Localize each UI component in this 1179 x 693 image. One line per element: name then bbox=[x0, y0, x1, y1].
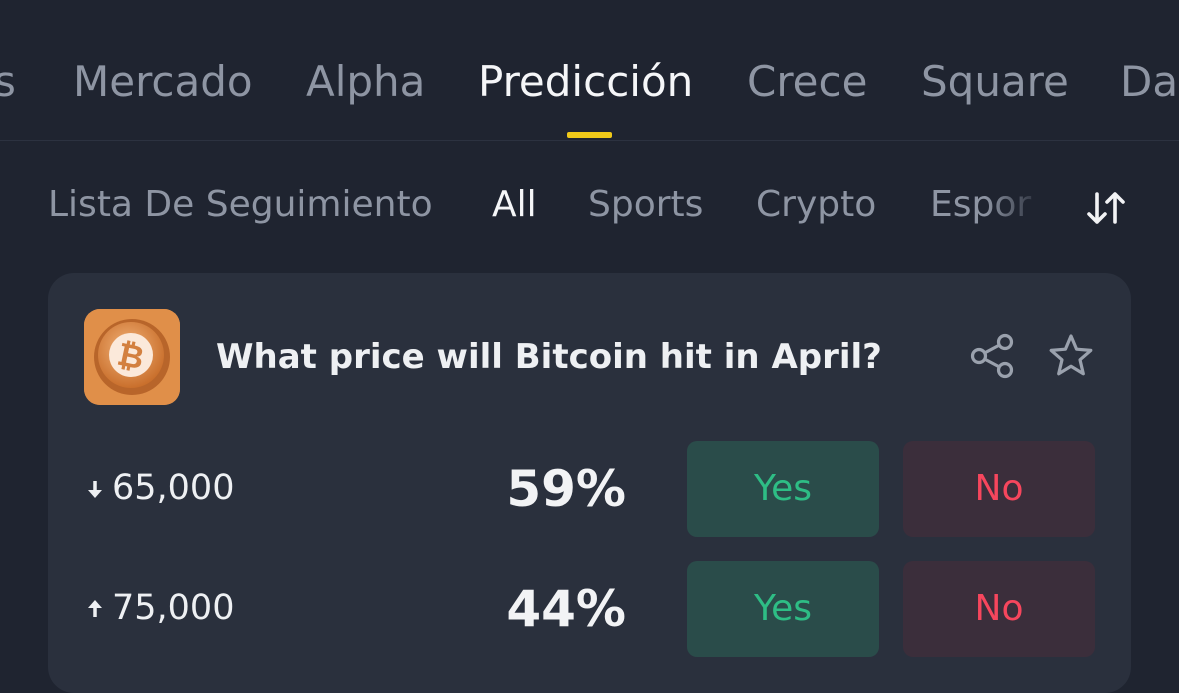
tab-mercado[interactable]: Mercado bbox=[73, 54, 253, 110]
tab-crece[interactable]: Crece bbox=[747, 54, 867, 110]
yes-button[interactable]: Yes bbox=[687, 441, 879, 537]
filter-watchlist[interactable]: Lista De Seguimiento bbox=[48, 182, 433, 228]
sort-icon[interactable] bbox=[1084, 186, 1128, 230]
no-button[interactable]: No bbox=[903, 561, 1095, 657]
filter-sports[interactable]: Sports bbox=[588, 182, 703, 228]
tab-alpha[interactable]: Alpha bbox=[306, 54, 425, 110]
market-question: What price will Bitcoin hit in April? bbox=[216, 337, 882, 377]
active-tab-indicator bbox=[567, 132, 612, 138]
share-icon[interactable] bbox=[968, 331, 1018, 381]
tab-partial-left[interactable]: s bbox=[0, 54, 16, 110]
no-button[interactable]: No bbox=[903, 441, 1095, 537]
scroll-fade bbox=[985, 170, 1065, 242]
filter-crypto[interactable]: Crypto bbox=[756, 182, 876, 228]
filter-all[interactable]: All bbox=[492, 182, 537, 228]
bitcoin-icon: ₿ bbox=[84, 309, 180, 405]
yes-button[interactable]: Yes bbox=[687, 561, 879, 657]
tab-partial-right[interactable]: Da bbox=[1120, 54, 1178, 110]
outcome-label: 75,000 bbox=[86, 587, 234, 629]
outcome-probability: 59% bbox=[506, 460, 626, 518]
category-filter-bar: Lista De Seguimiento All Sports Crypto E… bbox=[0, 170, 1179, 242]
top-navigation: s Mercado Alpha Predicción Crece Square … bbox=[0, 0, 1179, 141]
outcome-probability: 44% bbox=[506, 580, 626, 638]
outcome-label: 65,000 bbox=[86, 467, 234, 509]
tab-prediccion[interactable]: Predicción bbox=[478, 54, 693, 110]
star-icon[interactable] bbox=[1046, 331, 1096, 381]
outcome-price: 75,000 bbox=[112, 588, 235, 628]
tab-square[interactable]: Square bbox=[921, 54, 1069, 110]
outcome-price: 65,000 bbox=[112, 468, 235, 508]
arrow-up-icon bbox=[88, 600, 102, 617]
arrow-down-icon bbox=[88, 481, 102, 498]
